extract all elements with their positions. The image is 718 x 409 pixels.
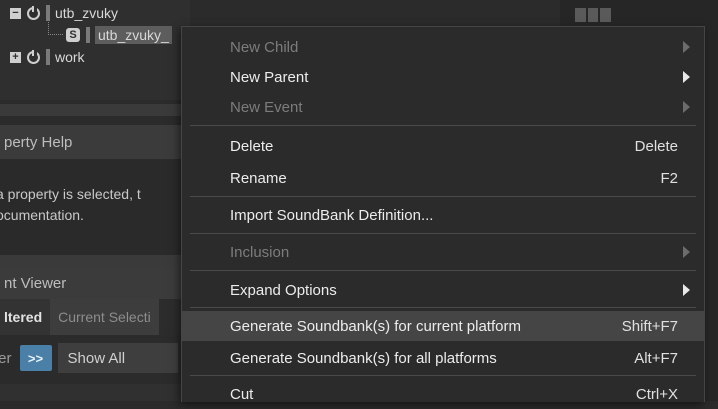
property-help-header: perty Help [0,125,190,159]
submenu-arrow-icon [683,71,690,83]
expand-icon[interactable]: + [10,51,21,63]
panel-divider[interactable] [0,104,190,116]
menu-separator [190,375,696,376]
help-text-line: a property is selected, t [0,186,141,202]
submenu-arrow-icon [683,101,690,113]
menu-separator [190,196,696,197]
tab-current-selection[interactable]: Current Selecti [50,299,159,335]
tree-item-utb-zvuky-soundbank[interactable]: S utb_zvuky_ [66,24,172,46]
menu-separator [190,270,696,271]
tree-item-label: utb_zvuky_ [95,26,172,44]
menu-item-rename[interactable]: Rename F2 [182,163,704,193]
tree-item-label: utb_zvuky [55,5,119,21]
soundbank-icon: S [66,28,80,42]
menu-item-cut[interactable]: Cut Ctrl+X [182,379,704,409]
tree-item-utb-zvuky[interactable]: − utb_zvuky [10,2,118,24]
menu-item-shortcut: F2 [660,169,678,187]
submenu-arrow-icon [683,41,690,53]
event-list-area [0,384,190,401]
menu-item-generate-soundbank-current[interactable]: Generate Soundbank(s) for current platfo… [182,311,704,341]
menu-item-label: Cut [230,385,254,403]
menu-item-label: Generate Soundbank(s) for all platforms [230,349,497,367]
work-unit-icon [27,49,40,64]
expand-filter-button[interactable]: >> [19,345,52,371]
menu-item-shortcut: Delete [634,137,678,155]
collapse-icon[interactable]: − [10,7,21,19]
menu-item-generate-soundbank-all[interactable]: Generate Soundbank(s) for all platforms … [182,343,704,373]
menu-item-label: Delete [230,137,274,155]
menu-item-delete[interactable]: Delete Delete [182,131,704,161]
property-help-body: a property is selected, t ocumentation. [0,160,190,255]
menu-item-shortcut: Alt+F7 [634,349,678,367]
menu-item-label: Import SoundBank Definition... [230,206,434,224]
menu-separator [190,307,696,308]
menu-item-label: New Event [230,98,303,116]
menu-item-import-soundbank-definition[interactable]: Import SoundBank Definition... [182,200,704,230]
menu-item-label: Inclusion [230,243,290,261]
menu-item-shortcut: Shift+F7 [621,317,678,335]
filter-label: ter [0,349,12,367]
menu-item-label: Rename [230,169,287,187]
menu-item-label: Expand Options [230,281,337,299]
show-all-dropdown[interactable]: Show All [57,343,178,373]
color-bar [86,27,90,43]
event-viewer-tabs: ltered Current Selecti [0,299,190,335]
menu-separator [190,233,696,234]
menu-item-expand-options[interactable]: Expand Options [182,275,704,305]
tree-item-label: work [55,49,85,65]
menu-item-inclusion[interactable]: Inclusion [182,237,704,267]
menu-item-new-parent[interactable]: New Parent [182,62,704,92]
project-explorer-tree: − utb_zvuky S utb_zvuky_ + work [0,0,190,100]
submenu-arrow-icon [683,246,690,258]
menu-item-shortcut: Ctrl+X [635,385,678,403]
submenu-arrow-icon [683,284,690,296]
tab-filtered[interactable]: ltered [0,299,51,335]
context-menu: New Child New Parent New Event Delete De… [181,26,705,403]
menu-item-label: New Child [230,38,299,56]
event-viewer-header: nt Viewer [0,266,190,300]
menu-item-new-child[interactable]: New Child [182,32,704,62]
menu-separator [190,125,696,126]
menu-item-label: New Parent [230,68,309,86]
work-unit-icon [27,5,40,20]
menu-item-label: Generate Soundbank(s) for current platfo… [230,317,521,335]
event-viewer-title: nt Viewer [4,274,67,292]
tree-item-work[interactable]: + work [10,46,85,68]
menu-item-new-event[interactable]: New Event [182,92,704,122]
filter-row: ter >> Show All [0,340,190,376]
color-bar [46,49,50,65]
color-bar [46,5,50,21]
help-text-line: ocumentation. [0,207,84,223]
meter-bars [575,8,612,22]
property-help-title: perty Help [4,133,73,151]
